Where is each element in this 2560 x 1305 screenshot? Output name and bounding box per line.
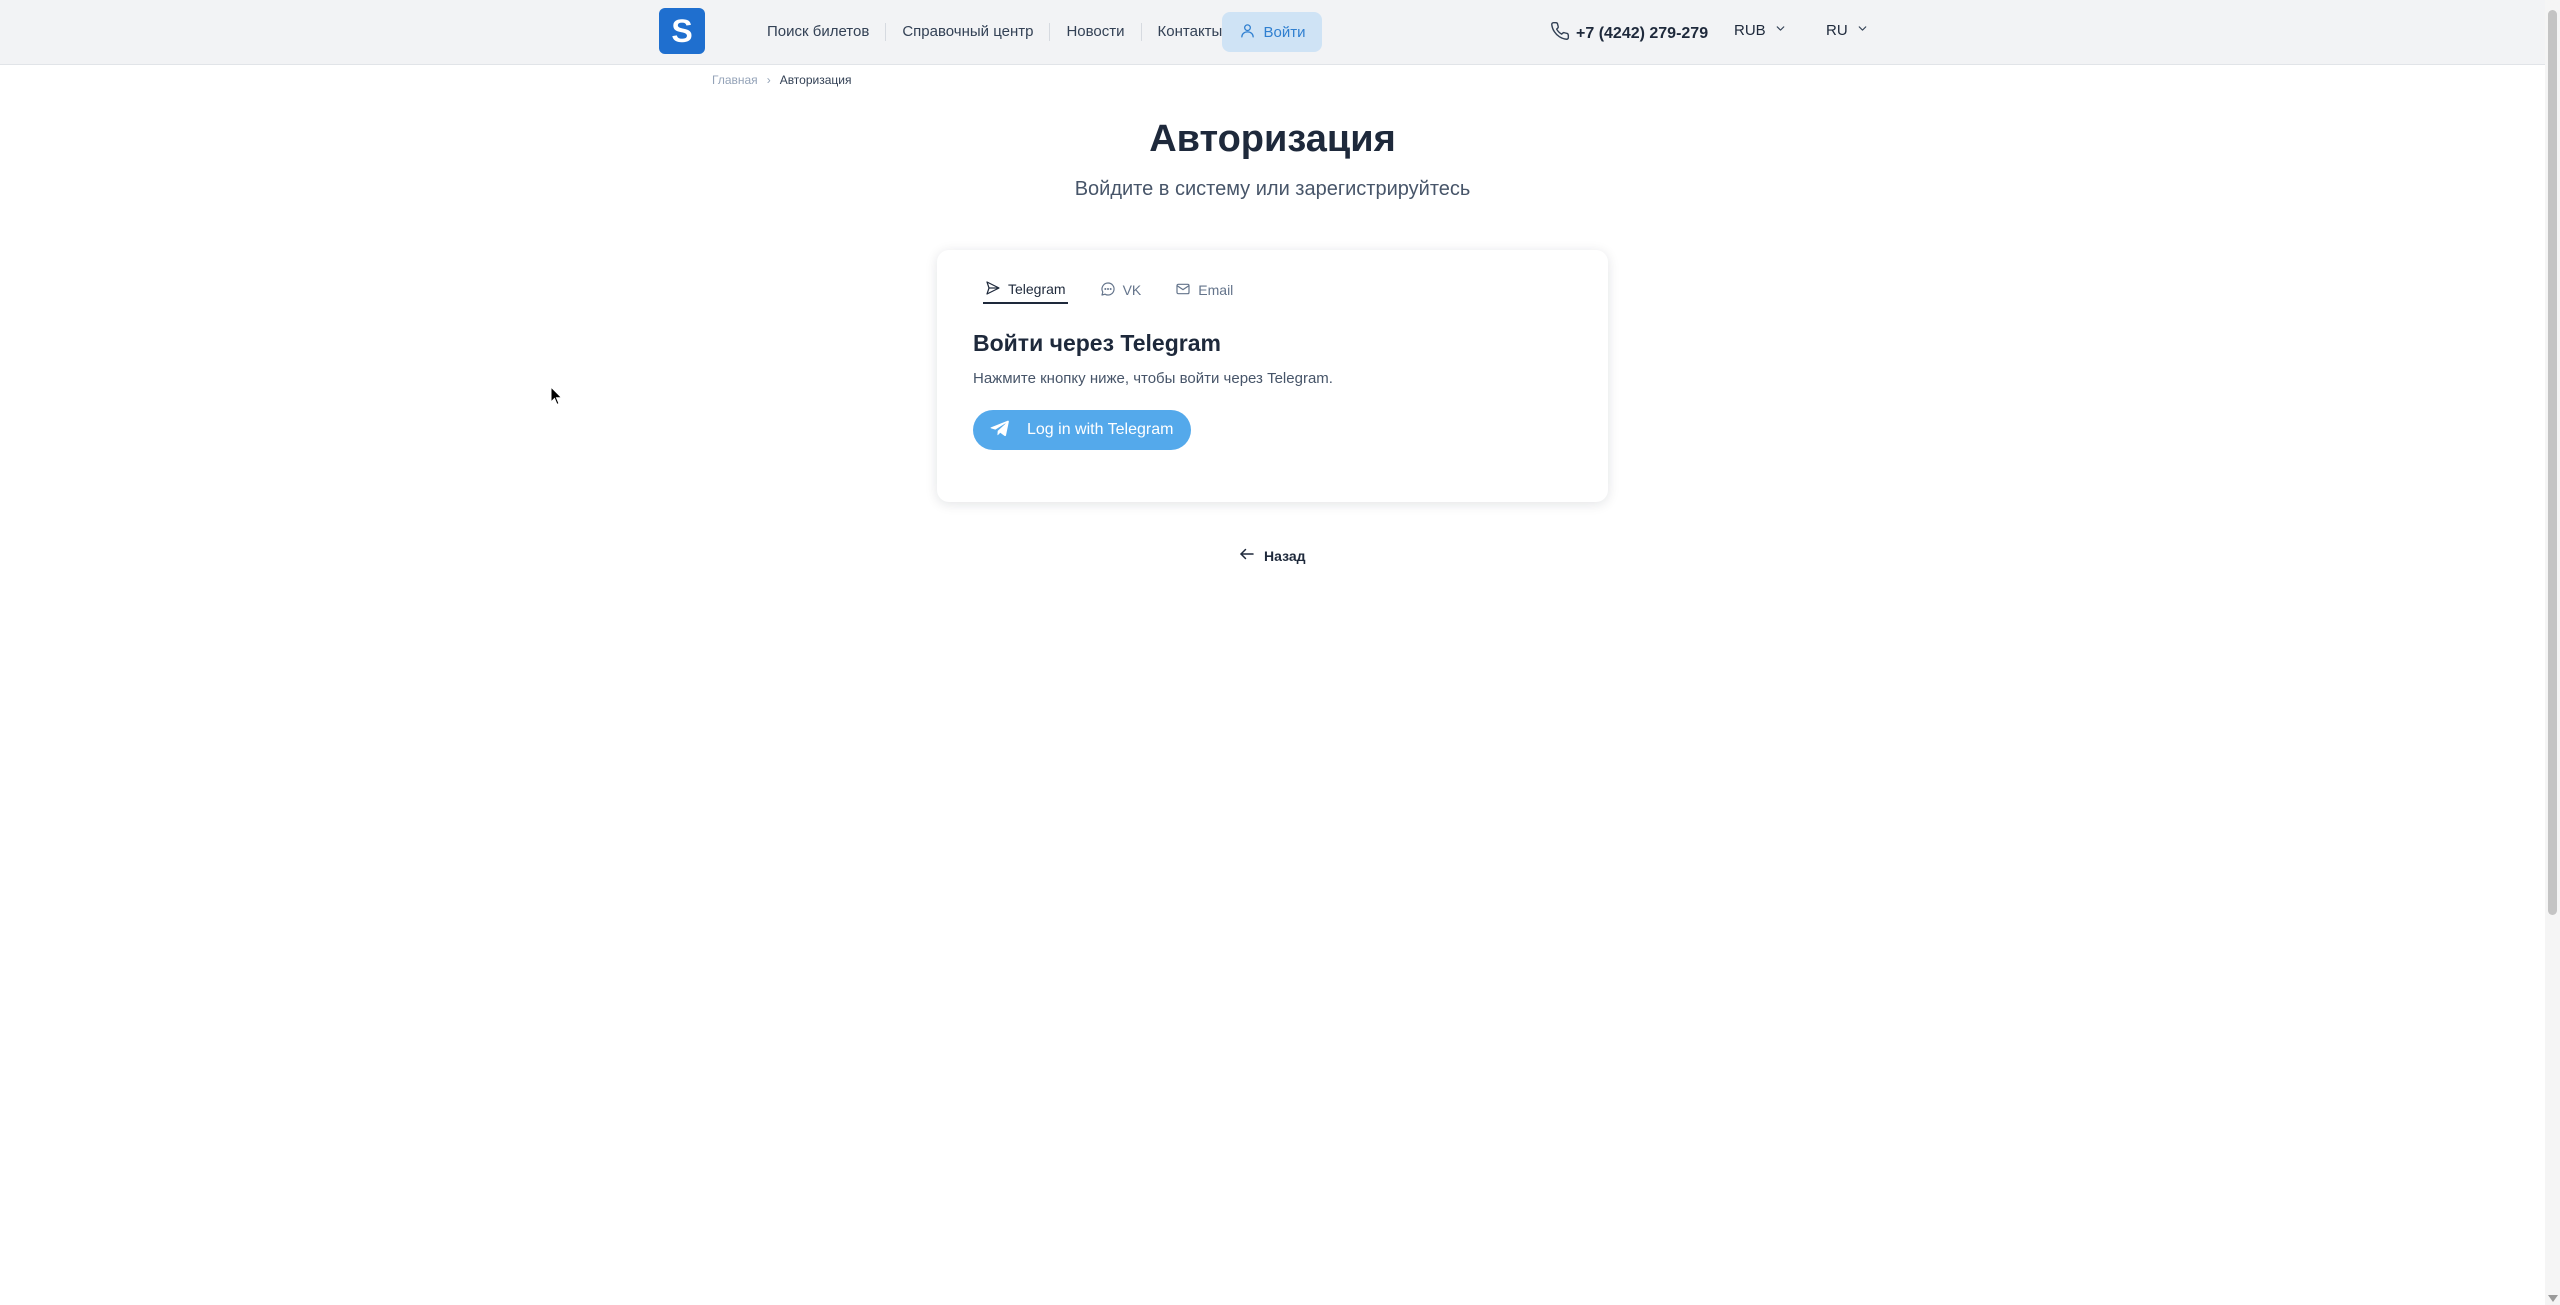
tab-telegram[interactable]: Telegram [983, 276, 1068, 304]
page-scrollbar[interactable] [2545, 0, 2560, 1305]
tab-vk-label: VK [1122, 282, 1142, 298]
language-value: RU [1826, 22, 1848, 39]
phone-icon [1550, 21, 1570, 46]
card-heading: Войти через Telegram [973, 330, 1221, 356]
mail-icon [1175, 281, 1191, 300]
tab-email[interactable]: Email [1173, 276, 1235, 304]
user-icon [1239, 22, 1256, 43]
nav-news[interactable]: Новости [1049, 23, 1140, 41]
auth-tabs: Telegram VK Email [983, 276, 1235, 304]
breadcrumb: Главная › Авторизация [712, 73, 851, 87]
tab-vk[interactable]: VK [1098, 276, 1144, 304]
auth-card: Telegram VK Email Войти через Telegram Н… [937, 250, 1608, 502]
nav-help-center[interactable]: Справочный центр [885, 23, 1049, 41]
breadcrumb-home[interactable]: Главная [712, 73, 758, 87]
currency-value: RUB [1734, 22, 1766, 39]
back-label: Назад [1264, 547, 1306, 564]
site-logo[interactable]: S [659, 8, 705, 54]
chevron-right-icon: › [766, 73, 771, 87]
scrollbar-thumb[interactable] [2548, 10, 2557, 915]
chevron-down-icon [1856, 22, 1869, 39]
tab-telegram-label: Telegram [1008, 281, 1066, 297]
currency-select[interactable]: RUB [1734, 22, 1787, 39]
chat-bubble-icon [1100, 281, 1116, 300]
card-description: Нажмите кнопку ниже, чтобы войти через T… [973, 370, 1333, 387]
arrow-left-icon [1238, 545, 1256, 566]
telegram-login-label: Log in with Telegram [1027, 421, 1174, 438]
scroll-down-arrow[interactable] [2548, 1295, 2558, 1302]
telegram-login-button[interactable]: Log in with Telegram [973, 410, 1191, 450]
chevron-down-icon [1774, 22, 1787, 39]
send-icon [985, 280, 1001, 299]
login-button[interactable]: Войти [1222, 12, 1322, 52]
page-subtitle: Войдите в систему или зарегистрируйтесь [1074, 178, 1471, 200]
back-link[interactable]: Назад [1238, 545, 1306, 566]
phone-number: +7 (4242) 279-279 [1576, 24, 1709, 42]
phone-link[interactable]: +7 (4242) 279-279 [1550, 21, 1708, 46]
main-nav: Поиск билетов Справочный центр Новости К… [750, 14, 1238, 50]
nav-ticket-search[interactable]: Поиск билетов [750, 23, 885, 41]
tab-email-label: Email [1198, 282, 1234, 298]
breadcrumb-current: Авторизация [779, 73, 852, 87]
mouse-cursor-icon [550, 386, 563, 406]
language-select[interactable]: RU [1826, 22, 1869, 39]
telegram-plane-icon [989, 417, 1011, 444]
top-header: S Поиск билетов Справочный центр Новости… [0, 0, 2545, 65]
page-title: Авторизация [1149, 118, 1396, 160]
login-label: Войти [1263, 23, 1306, 41]
